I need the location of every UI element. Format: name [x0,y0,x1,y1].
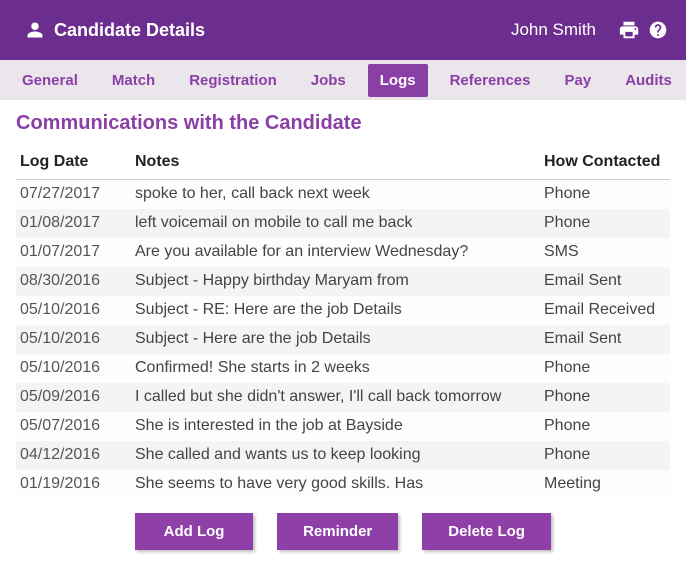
cell-notes: I called but she didn't answer, I'll cal… [131,383,540,412]
cell-how: Meeting [540,470,670,499]
cell-how: Phone [540,180,670,209]
cell-how: Phone [540,383,670,412]
table-row[interactable]: 01/07/2017Are you available for an inter… [16,238,670,267]
table-row[interactable]: 05/07/2016She is interested in the job a… [16,412,670,441]
logs-table: Log Date Notes How Contacted 07/27/2017s… [16,145,670,499]
cell-how: Phone [540,354,670,383]
section-title: Communications with the Candidate [16,112,670,135]
action-bar: Add Log Reminder Delete Log [16,499,670,568]
tab-match[interactable]: Match [100,64,167,97]
cell-notes: She is interested in the job at Bayside [131,412,540,441]
tab-general[interactable]: General [10,64,90,97]
cell-date: 05/10/2016 [16,325,131,354]
tab-bar: General Match Registration Jobs Logs Referenc… [0,60,686,100]
cell-notes: Are you available for an interview Wedne… [131,238,540,267]
cell-notes: She called and wants us to keep looking [131,441,540,470]
cell-how: Phone [540,412,670,441]
cell-how: Email Received [540,296,670,325]
col-header-notes[interactable]: Notes [131,145,540,180]
cell-how: SMS [540,238,670,267]
cell-date: 07/27/2017 [16,180,131,209]
current-user: John Smith [511,20,596,40]
header-bar: Candidate Details John Smith [0,0,686,60]
cell-notes: She seems to have very good skills. Has [131,470,540,499]
cell-date: 08/30/2016 [16,267,131,296]
add-log-button[interactable]: Add Log [135,513,253,550]
user-icon [26,21,44,39]
content-area: Communications with the Candidate Log Da… [0,100,686,568]
delete-log-button[interactable]: Delete Log [422,513,551,550]
table-row[interactable]: 01/19/2016She seems to have very good sk… [16,470,670,499]
help-icon[interactable] [648,20,668,40]
col-header-how[interactable]: How Contacted [540,145,670,180]
cell-how: Email Sent [540,325,670,354]
table-row[interactable]: 05/09/2016I called but she didn't answer… [16,383,670,412]
cell-date: 04/12/2016 [16,441,131,470]
table-row[interactable]: 05/10/2016Confirmed! She starts in 2 wee… [16,354,670,383]
cell-date: 05/07/2016 [16,412,131,441]
tab-audits[interactable]: Audits [613,64,684,97]
cell-notes: Confirmed! She starts in 2 weeks [131,354,540,383]
cell-notes: left voicemail on mobile to call me back [131,209,540,238]
cell-date: 05/10/2016 [16,354,131,383]
print-icon[interactable] [618,19,640,41]
cell-notes: Subject - Happy birthday Maryam from [131,267,540,296]
cell-date: 01/08/2017 [16,209,131,238]
tab-pay[interactable]: Pay [552,64,603,97]
cell-how: Email Sent [540,267,670,296]
table-row[interactable]: 04/12/2016She called and wants us to kee… [16,441,670,470]
cell-date: 05/09/2016 [16,383,131,412]
cell-date: 01/07/2017 [16,238,131,267]
header-left: Candidate Details [18,20,205,41]
col-header-date[interactable]: Log Date [16,145,131,180]
table-row[interactable]: 08/30/2016Subject - Happy birthday Marya… [16,267,670,296]
table-row[interactable]: 01/08/2017left voicemail on mobile to ca… [16,209,670,238]
tab-references[interactable]: References [438,64,543,97]
table-row[interactable]: 05/10/2016Subject - Here are the job Det… [16,325,670,354]
tab-logs[interactable]: Logs [368,64,428,97]
cell-how: Phone [540,209,670,238]
table-row[interactable]: 07/27/2017spoke to her, call back next w… [16,180,670,209]
tab-jobs[interactable]: Jobs [299,64,358,97]
cell-notes: Subject - RE: Here are the job Details [131,296,540,325]
cell-date: 05/10/2016 [16,296,131,325]
cell-date: 01/19/2016 [16,470,131,499]
cell-notes: Subject - Here are the job Details [131,325,540,354]
table-row[interactable]: 05/10/2016Subject - RE: Here are the job… [16,296,670,325]
reminder-button[interactable]: Reminder [277,513,398,550]
tab-registration[interactable]: Registration [177,64,289,97]
page-title: Candidate Details [54,20,205,41]
cell-notes: spoke to her, call back next week [131,180,540,209]
cell-how: Phone [540,441,670,470]
